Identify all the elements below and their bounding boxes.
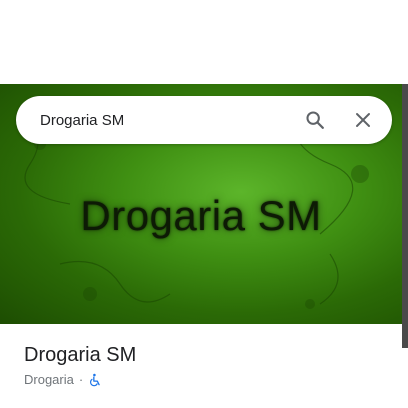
maps-place-panel: Drogaria SM Drogaria SM Drogaria SM Drog… (0, 0, 408, 408)
place-info: Drogaria SM Drogaria · (24, 342, 394, 387)
place-category[interactable]: Drogaria (24, 372, 74, 387)
search-icon[interactable] (302, 107, 328, 133)
close-icon[interactable] (350, 107, 376, 133)
wheelchair-icon[interactable] (88, 373, 102, 387)
place-meta: Drogaria · (24, 372, 394, 387)
scrollbar[interactable] (402, 84, 408, 348)
separator-dot: · (78, 372, 84, 387)
search-input[interactable]: Drogaria SM (40, 112, 302, 129)
search-box[interactable]: Drogaria SM (16, 96, 392, 144)
place-title: Drogaria SM (24, 344, 137, 366)
photo-sign-text: Drogaria SM (80, 192, 322, 239)
